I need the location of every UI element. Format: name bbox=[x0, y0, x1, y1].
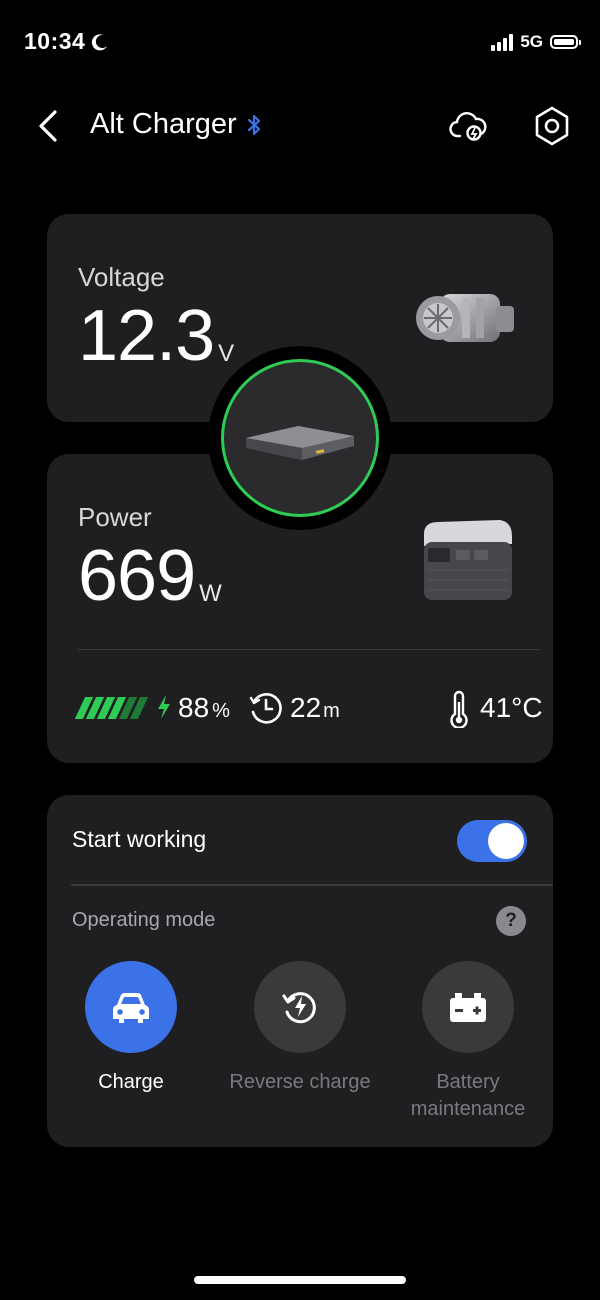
control-card-divider bbox=[71, 884, 553, 886]
thermometer-icon bbox=[450, 690, 468, 728]
mode-reverse-charge-button[interactable] bbox=[254, 961, 346, 1053]
power-card-divider bbox=[78, 649, 540, 650]
mode-charge-label: Charge bbox=[98, 1071, 164, 1093]
reverse-charge-icon bbox=[282, 992, 316, 1024]
battery-icon bbox=[450, 993, 486, 1022]
alt-charger-device-image bbox=[246, 426, 354, 460]
voltage-unit: V bbox=[218, 340, 235, 367]
power-value: 669 bbox=[78, 536, 196, 616]
time-remaining-icon bbox=[249, 693, 282, 724]
cloud-sync-icon[interactable] bbox=[448, 106, 490, 146]
alternator-image bbox=[416, 294, 514, 342]
voltage-reading: 12.3 V bbox=[78, 300, 234, 372]
moon-icon bbox=[92, 33, 108, 50]
power-label: Power bbox=[78, 502, 152, 532]
time-remaining: 22 m bbox=[290, 692, 340, 724]
start-working-label: Start working bbox=[72, 826, 207, 852]
car-icon bbox=[113, 993, 149, 1023]
voltage-value: 12.3 bbox=[78, 296, 215, 376]
help-icon[interactable]: ? bbox=[496, 906, 526, 936]
battery-level-indicator bbox=[74, 697, 149, 719]
charging-bolt-icon bbox=[158, 695, 170, 719]
mode-battery-maintenance-button[interactable] bbox=[422, 961, 514, 1053]
page-title: Alt Charger bbox=[90, 108, 263, 141]
mode-reverse-charge-label: Reverse charge bbox=[229, 1071, 371, 1093]
power-unit: W bbox=[199, 580, 222, 607]
battery-percent: 88 % bbox=[178, 692, 230, 724]
power-station-image bbox=[424, 520, 512, 600]
settings-icon[interactable] bbox=[530, 104, 574, 148]
status-time: 10:34 bbox=[24, 28, 109, 55]
back-arrow-icon[interactable] bbox=[30, 106, 70, 146]
operating-mode-label: Operating mode bbox=[72, 909, 216, 931]
temperature-value: 41°C bbox=[480, 692, 543, 723]
bluetooth-icon bbox=[247, 114, 260, 135]
battery-percent-value: 88 bbox=[178, 692, 210, 723]
toggle-knob[interactable] bbox=[488, 823, 524, 859]
home-indicator[interactable] bbox=[194, 1276, 406, 1284]
device-name: Alt Charger bbox=[90, 108, 237, 140]
power-reading: 669 W bbox=[78, 540, 222, 612]
time-remaining-value: 22 bbox=[290, 692, 322, 723]
status-time-text: 10:34 bbox=[24, 28, 86, 54]
time-remaining-unit: m bbox=[323, 700, 340, 722]
status-indicators: 5G bbox=[491, 32, 581, 52]
battery-percent-unit: % bbox=[212, 700, 230, 722]
signal-icon bbox=[491, 33, 514, 51]
voltage-label: Voltage bbox=[78, 262, 165, 292]
mode-charge-button[interactable] bbox=[85, 961, 177, 1053]
battery-status-icon bbox=[550, 35, 581, 49]
network-type: 5G bbox=[520, 32, 543, 51]
mode-battery-maintenance-label: Battery maintenance bbox=[410, 1071, 526, 1120]
